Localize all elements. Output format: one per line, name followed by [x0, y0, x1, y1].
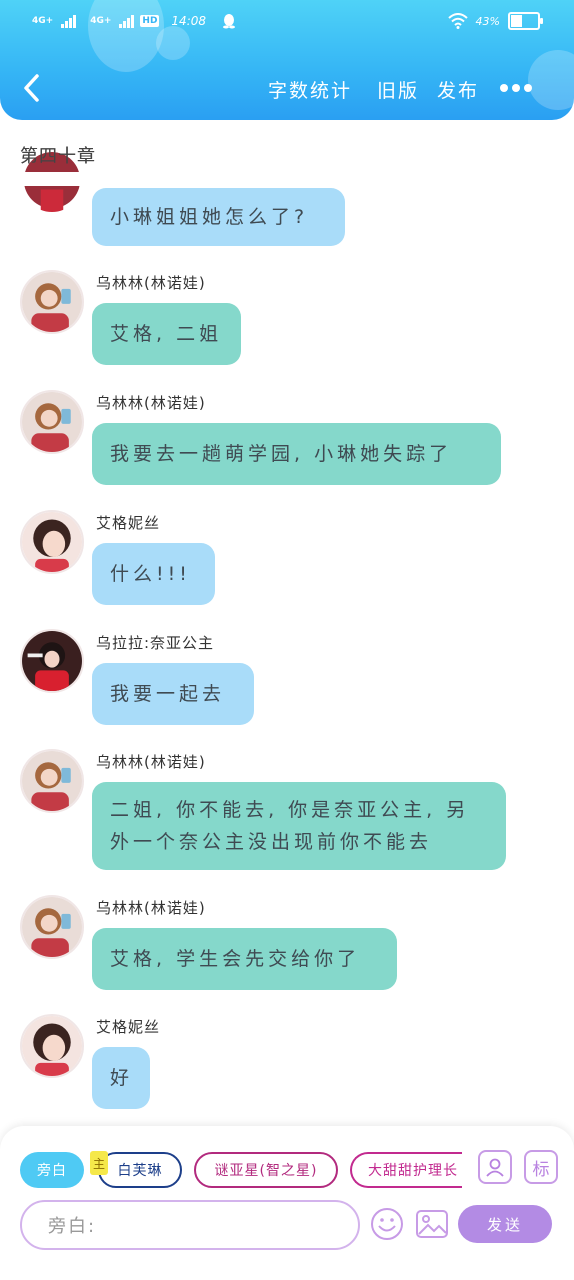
message-input[interactable]: 旁白: — [20, 1200, 360, 1250]
avatar-wulala[interactable] — [20, 629, 84, 693]
chapter-title: 第四十章 — [20, 146, 96, 167]
message-bubble: 小琳姐姐她怎么了? — [92, 188, 345, 246]
scroll-mask — [0, 172, 574, 186]
message-bubble: 二姐, 你不能去, 你是奈亚公主, 另 外一个奈公主没出现前你不能去 — [92, 782, 506, 870]
signal-icon — [119, 14, 135, 28]
send-button[interactable]: 发送 — [458, 1205, 552, 1243]
message-line: 外一个奈公主没出现前你不能去 — [110, 831, 433, 853]
speaker-name: 艾格妮丝 — [96, 514, 161, 532]
battery-icon — [508, 12, 543, 30]
message-line: 二姐, 你不能去, 你是奈亚公主, 另 — [110, 799, 470, 821]
network-label: 4G+ — [32, 15, 54, 26]
wifi-icon — [447, 13, 468, 29]
qq-icon — [223, 14, 236, 29]
role-chip[interactable]: 谜亚星(智之星) — [194, 1152, 338, 1188]
avatar-wulinlin[interactable] — [20, 749, 84, 813]
hd-badge: HD — [140, 15, 160, 27]
decor-circle — [528, 50, 574, 110]
message-bubble: 什么!!! — [92, 543, 215, 605]
speaker-name: 乌林林(林诺娃) — [96, 274, 206, 292]
signal-icon — [61, 14, 77, 28]
emoji-icon[interactable] — [369, 1206, 405, 1242]
more-icon[interactable] — [500, 84, 532, 92]
message-bubble: 艾格, 二姐 — [92, 303, 241, 365]
role-chip-narration[interactable]: 旁白 — [20, 1152, 84, 1188]
top-bar: 4G+ 4G+ HD 14:08 43% 字数统计 旧版 发布 — [0, 0, 574, 120]
speaker-name: 乌拉拉:奈亚公主 — [96, 634, 215, 652]
person-card-icon[interactable] — [478, 1150, 512, 1184]
word-count-button[interactable]: 字数统计 — [268, 76, 352, 103]
image-icon[interactable] — [414, 1206, 450, 1242]
old-version-button[interactable]: 旧版 — [377, 76, 419, 103]
speaker-name: 乌林林(林诺娃) — [96, 753, 206, 771]
status-bar-left: 4G+ 4G+ HD 14:08 — [32, 10, 236, 32]
avatar-aigenisi[interactable] — [20, 510, 84, 574]
avatar-wulinlin[interactable] — [20, 270, 84, 334]
message-bubble: 好 — [92, 1047, 150, 1109]
status-bar-right: 43% — [447, 12, 543, 30]
avatar-wulinlin[interactable] — [20, 895, 84, 959]
main-role-badge: 主 — [90, 1151, 108, 1175]
message-bubble: 艾格, 学生会先交给你了 — [92, 928, 397, 990]
back-icon[interactable] — [18, 72, 46, 104]
role-chip[interactable]: 白芙琳 — [98, 1152, 182, 1188]
message-bubble: 我要去一趟萌学园, 小琳她失踪了 — [92, 423, 501, 485]
speaker-name: 艾格妮丝 — [96, 1018, 161, 1036]
avatar-aigenisi[interactable] — [20, 1014, 84, 1078]
battery-percent: 43% — [475, 14, 500, 28]
publish-button[interactable]: 发布 — [437, 76, 479, 103]
role-chip[interactable]: 大甜甜护理长 — [350, 1152, 462, 1188]
message-bubble: 我要一起去 — [92, 663, 254, 725]
battery-level — [511, 15, 523, 27]
speaker-name: 乌林林(林诺娃) — [96, 899, 206, 917]
mark-button[interactable]: 标 — [524, 1150, 558, 1184]
speaker-name: 乌林林(林诺娃) — [96, 394, 206, 412]
avatar-wulinlin[interactable] — [20, 390, 84, 454]
network-label: 4G+ — [90, 15, 112, 26]
clock: 14:08 — [171, 14, 207, 28]
